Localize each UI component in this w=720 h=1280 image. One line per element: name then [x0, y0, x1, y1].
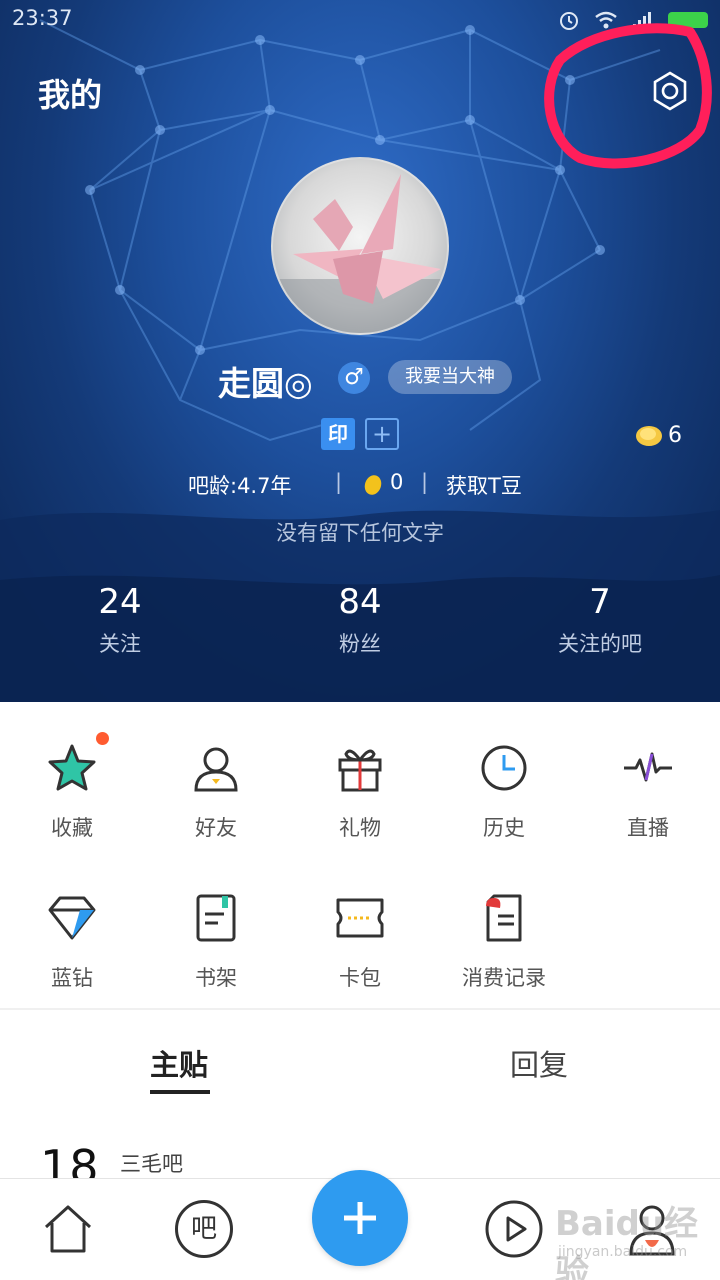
menu-label: 收藏	[51, 816, 93, 840]
stat-label: 关注	[99, 632, 141, 656]
plus-icon	[344, 1202, 376, 1234]
tab-replies[interactable]: 回复	[510, 1042, 568, 1084]
post-forum-name[interactable]: 三毛吧	[120, 1148, 183, 1178]
live-pulse-icon	[624, 752, 672, 782]
menu-label: 历史	[483, 816, 525, 840]
menu-item-spending-records[interactable]: 消费记录	[432, 862, 576, 992]
menu-item-card-wallet[interactable]: 卡包	[288, 862, 432, 992]
username: 走圆◎	[218, 364, 313, 403]
alarm-icon	[560, 12, 578, 30]
stat-following[interactable]: 24 关注	[40, 582, 200, 658]
coin-icon	[636, 426, 662, 446]
page-title: 我的	[38, 76, 103, 114]
add-badge-button[interactable]: +	[365, 418, 399, 450]
ba-icon: 吧	[175, 1200, 233, 1258]
menu-item-history[interactable]: 历史	[432, 712, 576, 842]
tab-main-posts[interactable]: 主贴	[150, 1042, 208, 1084]
bookshelf-icon	[196, 894, 236, 942]
bar-age: 吧龄:4.7年	[188, 474, 292, 498]
wifi-icon	[595, 11, 617, 29]
menu-label: 书架	[195, 966, 237, 990]
signature-text[interactable]: 没有留下任何文字	[0, 517, 720, 547]
menu-grid: 收藏 好友 礼物 历史 直播 蓝钻 书架 卡包 消费记录	[0, 702, 720, 1008]
post-date-day: 18	[40, 1140, 99, 1180]
diamond-icon	[48, 896, 96, 940]
avatar[interactable]	[271, 157, 449, 335]
bean-count: 0	[390, 470, 404, 494]
separator: |	[421, 470, 429, 494]
baidu-watermark-url: jingyan.baidu.com	[558, 1244, 688, 1260]
nav-bars[interactable]: 吧	[174, 1199, 234, 1259]
clock-icon	[481, 745, 527, 791]
card-icon	[336, 898, 384, 938]
profile-header: 23:37 我的 走圆◎ ♂ 我要当大神 印 + 6 吧龄:4.7年 | 0 |…	[0, 0, 720, 702]
menu-item-bookshelf[interactable]: 书架	[144, 862, 288, 992]
stat-label: 关注的吧	[558, 632, 642, 656]
gear-icon	[653, 71, 687, 111]
home-icon	[44, 1205, 92, 1253]
stat-fans[interactable]: 84 粉丝	[280, 582, 440, 658]
menu-label: 卡包	[339, 966, 381, 990]
active-tab-indicator	[150, 1090, 210, 1094]
paper-crane-image	[273, 174, 447, 333]
menu-label: 礼物	[339, 816, 381, 840]
status-icons	[558, 9, 708, 31]
male-gender-icon: ♂	[338, 362, 370, 394]
coin-value: 6	[668, 422, 682, 448]
stat-value: 24	[98, 582, 142, 622]
status-time: 23:37	[12, 6, 73, 30]
menu-item-favorites[interactable]: 收藏	[0, 712, 144, 842]
status-bar: 23:37	[0, 0, 720, 40]
receipt-icon	[486, 894, 522, 942]
coin-count[interactable]: 6	[634, 420, 682, 450]
menu-label: 直播	[627, 816, 669, 840]
stat-value: 84	[338, 582, 382, 622]
play-icon	[485, 1200, 543, 1258]
notification-dot	[96, 732, 109, 745]
stamp-badge[interactable]: 印	[321, 418, 355, 450]
separator: |	[335, 470, 343, 494]
menu-label: 消费记录	[462, 966, 546, 990]
menu-label: 蓝钻	[51, 966, 93, 990]
meta-row: 吧龄:4.7年 | 0 | 获取T豆	[0, 466, 720, 502]
nav-home[interactable]	[38, 1199, 98, 1259]
become-god-button[interactable]: 我要当大神	[388, 360, 512, 394]
bean-icon	[364, 475, 382, 495]
menu-item-friends[interactable]: 好友	[144, 712, 288, 842]
menu-item-blue-diamond[interactable]: 蓝钻	[0, 862, 144, 992]
menu-item-gifts[interactable]: 礼物	[288, 712, 432, 842]
get-beans-link[interactable]: 获取T豆	[446, 470, 522, 500]
battery-icon	[668, 12, 708, 28]
menu-item-live[interactable]: 直播	[576, 712, 720, 842]
section-divider	[0, 1008, 720, 1010]
friend-icon	[194, 747, 238, 792]
settings-button[interactable]	[645, 66, 695, 116]
stat-followed-bars[interactable]: 7 关注的吧	[520, 582, 680, 658]
gift-icon	[338, 749, 382, 792]
menu-label: 好友	[195, 816, 237, 840]
stats-row: 24 关注 84 粉丝 7 关注的吧	[0, 582, 720, 672]
nav-video[interactable]	[484, 1199, 544, 1259]
star-icon	[48, 744, 96, 791]
create-post-button[interactable]	[312, 1170, 408, 1266]
stat-value: 7	[589, 582, 611, 622]
baidu-watermark: Baidu经验	[555, 1204, 699, 1280]
stat-label: 粉丝	[339, 632, 381, 656]
signal-icon	[633, 12, 651, 30]
